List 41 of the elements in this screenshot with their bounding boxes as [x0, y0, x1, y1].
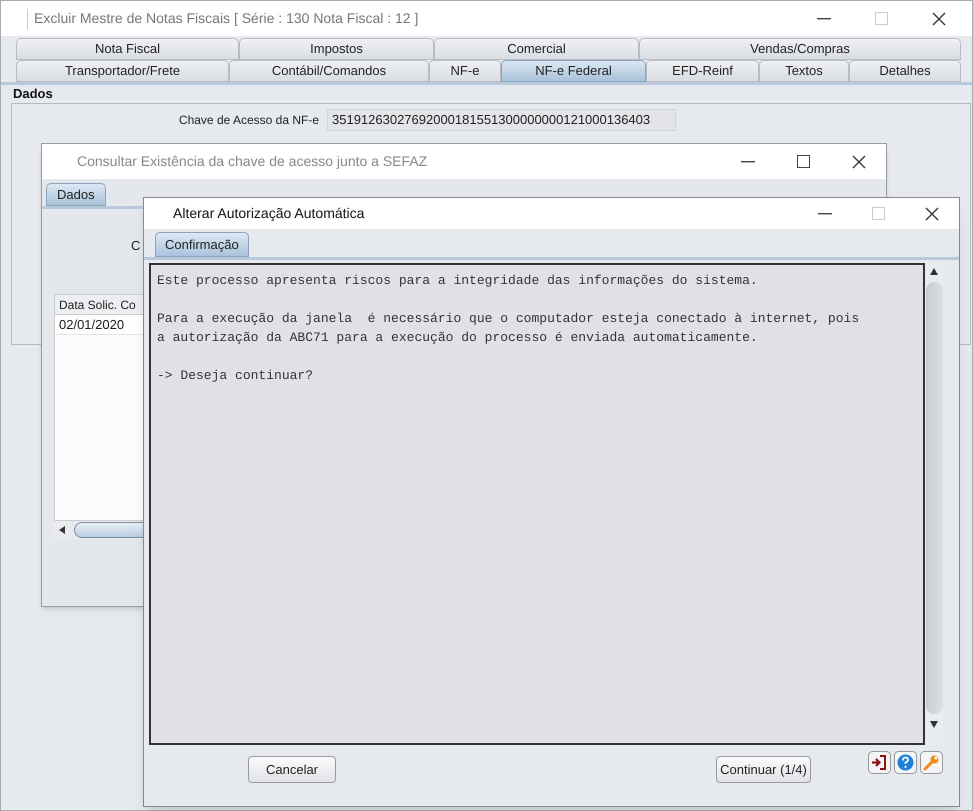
- tab[interactable]: Contábil/Comandos: [229, 60, 429, 82]
- exit-icon[interactable]: [868, 751, 891, 774]
- tab[interactable]: Transportador/Frete: [16, 60, 229, 82]
- minimize-icon[interactable]: [741, 160, 755, 162]
- text-field[interactable]: 35191263027692000181551300000000121000136403: [327, 109, 676, 131]
- close-icon[interactable]: [852, 154, 866, 168]
- field-label: Chave de Acesso da NF-e: [178, 112, 320, 129]
- scroll-up-icon[interactable]: [930, 268, 938, 276]
- minimize-icon[interactable]: [818, 212, 832, 214]
- tab[interactable]: Detalhes: [849, 60, 961, 82]
- tab[interactable]: Dados: [46, 183, 106, 206]
- tab[interactable]: Confirmação: [155, 232, 249, 257]
- group-title: Dados: [13, 86, 54, 102]
- table-cell-text: 02/01/2020: [58, 316, 124, 334]
- minimize-icon[interactable]: [817, 18, 831, 20]
- button[interactable]: Continuar (1/4): [716, 756, 811, 783]
- button[interactable]: Cancelar: [248, 756, 336, 783]
- message-text: Para a execução da janela é necessário que o computador esteja conectado à internet, pois a autorização da ABC71 para a execução do processo é enviada automaticamente.: [157, 310, 860, 347]
- help-icon[interactable]: [894, 751, 917, 774]
- tab[interactable]: Impostos: [239, 38, 434, 60]
- wrench-icon[interactable]: [920, 751, 943, 774]
- maximize-icon[interactable]: [797, 155, 810, 168]
- scroll-down-icon[interactable]: [930, 720, 938, 728]
- tab[interactable]: NF-e: [429, 60, 501, 82]
- scrollbar-thumb[interactable]: [926, 282, 942, 714]
- close-icon[interactable]: [925, 206, 939, 220]
- scroll-left-icon[interactable]: [58, 526, 66, 534]
- tab[interactable]: EFD-Reinf: [646, 60, 759, 82]
- column-header: Data Solic. Co: [58, 297, 136, 314]
- window-title: Consultar Existência da chave de acesso junto a SEFAZ: [77, 152, 428, 171]
- message-text: Este processo apresenta riscos para a integridade das informações do sistema.: [157, 272, 759, 290]
- tab[interactable]: Nota Fiscal: [16, 38, 239, 60]
- tab[interactable]: NF-e Federal: [501, 60, 646, 82]
- tab[interactable]: Vendas/Compras: [639, 38, 961, 60]
- field-label: C: [131, 237, 140, 255]
- close-icon[interactable]: [932, 12, 946, 26]
- tab[interactable]: Textos: [759, 60, 849, 82]
- window-title: Alterar Autorização Automática: [173, 204, 364, 223]
- message-text: -> Deseja continuar?: [157, 367, 314, 385]
- tab[interactable]: Comercial: [434, 38, 639, 60]
- window-title: Excluir Mestre de Notas Fiscais [ Série : 130 Nota Fiscal : 12 ]: [34, 9, 418, 28]
